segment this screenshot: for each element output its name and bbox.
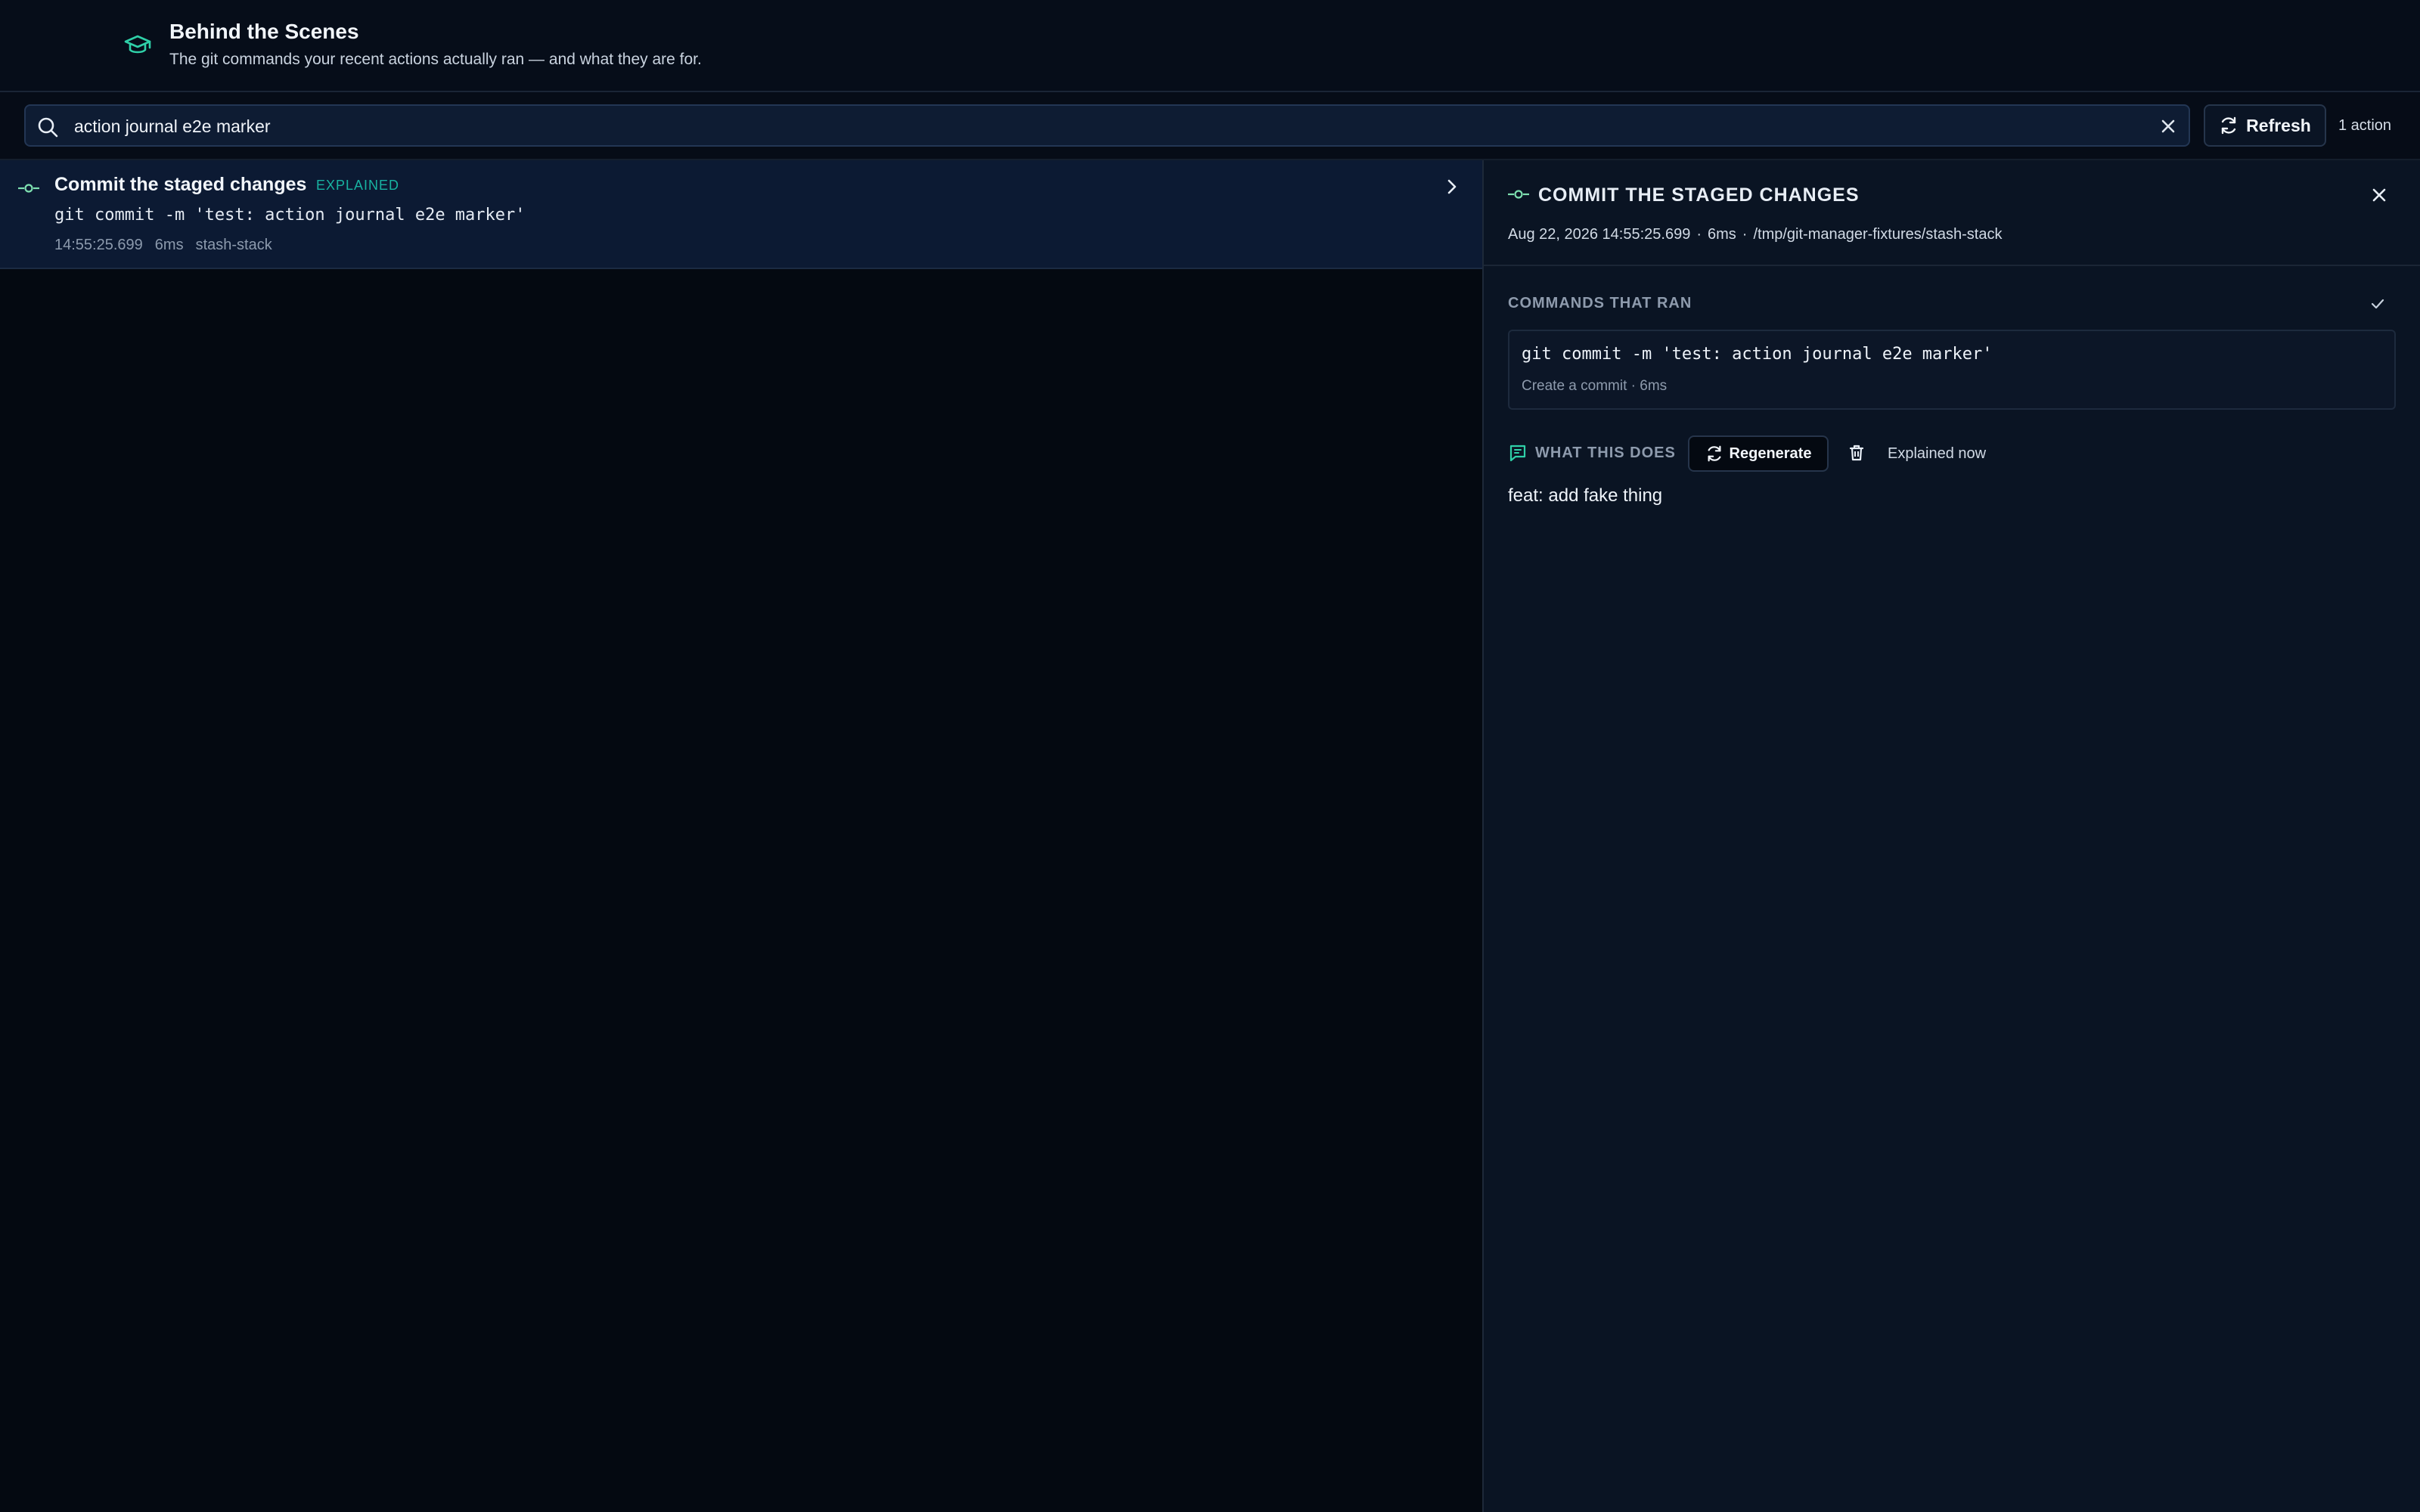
regenerate-button[interactable]: Regenerate [1688,435,1829,472]
git-commit-icon [1508,190,1529,199]
refresh-button[interactable]: Refresh [2204,104,2326,147]
search-input[interactable] [74,112,2131,141]
detail-header: COMMIT THE STAGED CHANGES Aug 22, 2026 1… [1484,160,2420,266]
page-title: Behind the Scenes [169,20,359,43]
action-meta: 14:55:25.699 6ms stash-stack [54,237,272,254]
commands-section-label: COMMANDS THAT RAN [1508,295,1692,311]
action-time: 14:55:25.699 [54,237,143,253]
action-title: Commit the staged changes [54,174,307,195]
clear-search-icon[interactable] [2160,118,2176,135]
action-command: git commit -m 'test: action journal e2e … [54,206,526,225]
detail-timestamp: Aug 22, 2026 14:55:25.699 [1508,226,1691,243]
refresh-icon [2221,116,2236,135]
refresh-label: Refresh [2246,115,2311,135]
meta-separator: · [1696,226,1702,243]
action-repo: stash-stack [195,237,272,253]
action-count: 1 action [2338,117,2392,134]
meta-separator: · [1742,226,1748,243]
list-item[interactable]: Commit the staged changes EXPLAINED git … [0,160,1482,269]
what-this-does-label: WHAT THIS DOES [1535,445,1676,461]
git-commit-icon [18,184,39,193]
explained-badge: EXPLAINED [316,178,400,193]
command-text: git commit -m 'test: action journal e2e … [1522,345,1993,364]
search-icon [38,117,58,138]
regenerate-label: Regenerate [1729,445,1812,462]
detail-panel: COMMIT THE STAGED CHANGES Aug 22, 2026 1… [1484,160,2420,1512]
graduation-cap-icon [124,35,151,54]
detail-title: COMMIT THE STAGED CHANGES [1538,184,1860,206]
detail-path: /tmp/git-manager-fixtures/stash-stack [1753,226,2003,243]
detail-meta: Aug 22, 2026 14:55:25.699 · 6ms · /tmp/g… [1508,226,2002,243]
page-header: Behind the Scenes The git commands your … [0,0,2420,92]
search-box [24,104,2190,147]
close-icon[interactable] [2370,186,2388,204]
detail-duration: 6ms [1708,226,1736,243]
toolbar: Refresh 1 action [0,92,2420,160]
message-icon [1509,445,1526,462]
explained-status: Explained now [1888,445,1987,462]
command-description: Create a commit · 6ms [1522,378,1668,394]
command-card: git commit -m 'test: action journal e2e … [1508,330,2396,410]
refresh-icon [1708,445,1721,462]
check-icon [2371,299,2384,309]
action-list: Commit the staged changes EXPLAINED git … [0,160,1482,1512]
page-subtitle: The git commands your recent actions act… [169,51,702,68]
chevron-right-icon [1447,179,1457,194]
trash-icon[interactable] [1847,443,1866,463]
action-duration: 6ms [154,237,184,253]
explanation-text: feat: add fake thing [1508,485,1663,506]
